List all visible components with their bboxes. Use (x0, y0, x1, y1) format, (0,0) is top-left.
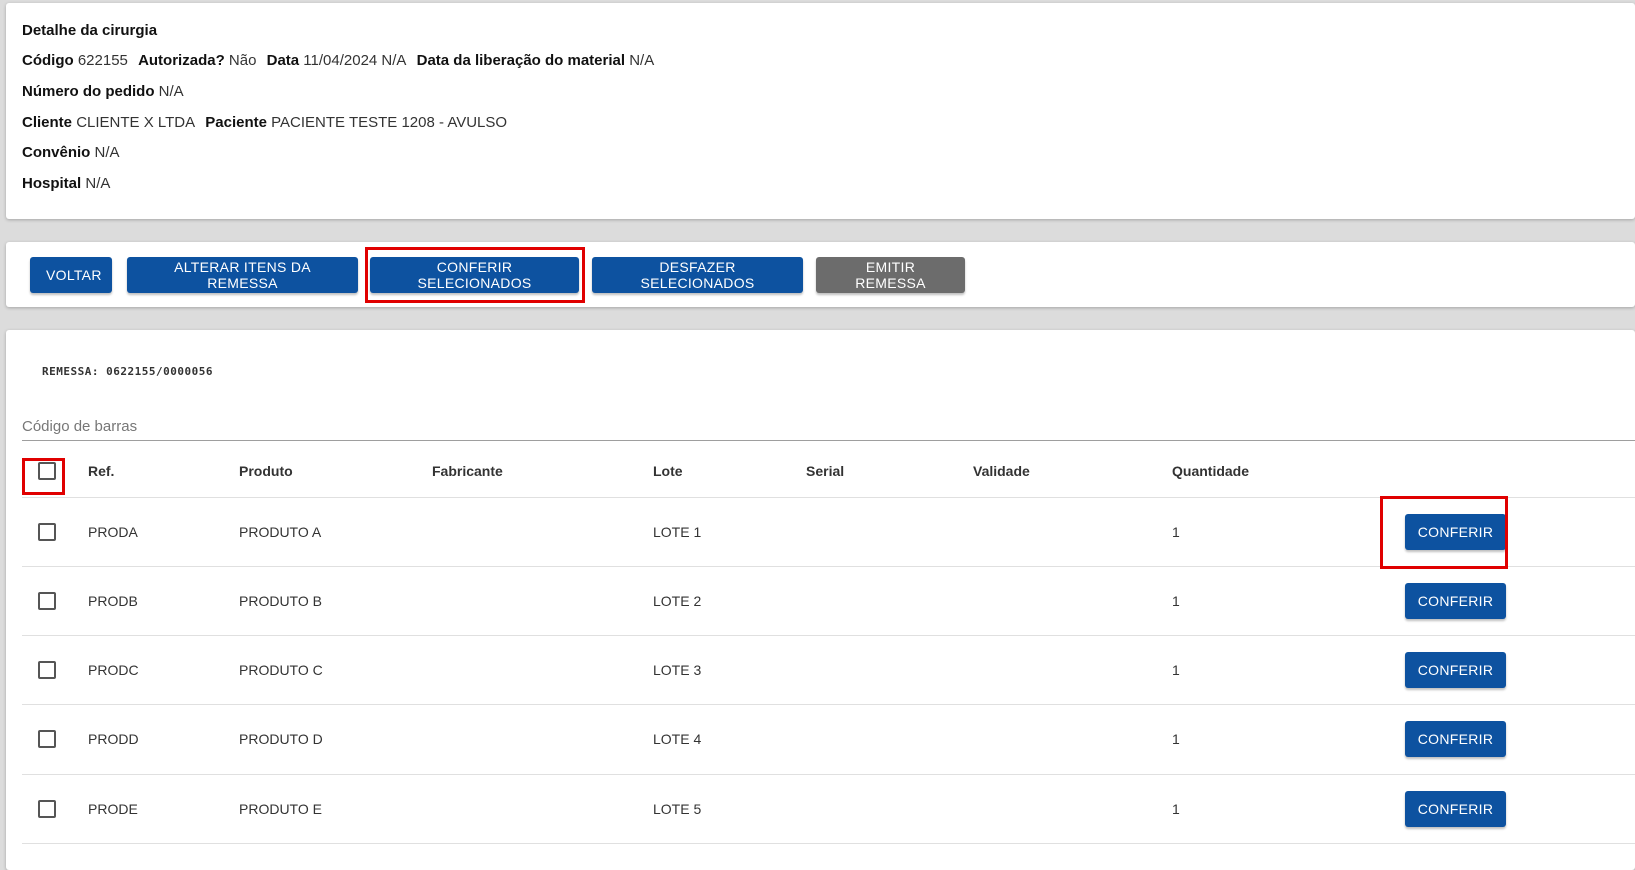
codigo-value: 622155 (77, 52, 128, 69)
convenio-value: N/A (94, 144, 120, 161)
column-header-serial: Serial (806, 463, 845, 479)
remessa-number-label: REMESSA: 0622155/0000056 (42, 365, 213, 378)
conferir-row-button[interactable]: CONFERIR (1405, 721, 1506, 757)
table-row: PRODD PRODUTO D LOTE 4 1 CONFERIR (22, 704, 1635, 775)
conferir-row-button[interactable]: CONFERIR (1405, 513, 1506, 550)
actions-toolbar: VOLTAR ALTERAR ITENS DA REMESSA CONFERIR… (6, 242, 1635, 307)
cell-ref: PRODE (88, 800, 138, 817)
cliente-value: CLIENTE X LTDA (76, 114, 196, 131)
cell-ref: PRODB (88, 592, 138, 609)
cell-lote: LOTE 3 (653, 661, 702, 678)
conferir-row-button[interactable]: CONFERIR (1405, 790, 1506, 827)
barcode-input[interactable] (22, 412, 1635, 441)
cell-lote: LOTE 1 (653, 523, 702, 540)
desfazer-selecionados-button[interactable]: DESFAZER SELECIONADOS (592, 257, 803, 293)
row-checkbox[interactable] (38, 799, 56, 818)
hospital-label: Hospital (22, 175, 82, 192)
emitir-remessa-button[interactable]: EMITIR REMESSA (816, 257, 965, 293)
table-row: PRODB PRODUTO B LOTE 2 1 CONFERIR (22, 566, 1635, 636)
remessa-card: REMESSA: 0622155/0000056 Ref. Produto Fa… (6, 330, 1635, 870)
column-header-ref: Ref. (88, 463, 115, 479)
cell-produto: PRODUTO B (239, 592, 322, 609)
cell-produto: PRODUTO A (239, 523, 322, 540)
paciente-value: PACIENTE TESTE 1208 - AVULSO (271, 114, 508, 131)
row-checkbox[interactable] (38, 591, 56, 610)
column-header-fabricante: Fabricante (432, 463, 503, 479)
conferir-selecionados-button[interactable]: CONFERIR SELECIONADOS (370, 257, 579, 293)
cell-produto: PRODUTO E (239, 800, 322, 817)
detail-line-cliente: Cliente CLIENTE X LTDA Paciente PACIENTE… (22, 113, 513, 133)
pedido-label: Número do pedido (22, 83, 155, 100)
cell-ref: PRODA (88, 523, 138, 540)
cell-quantidade: 1 (1172, 592, 1180, 609)
table-header-row: Ref. Produto Fabricante Lote Serial Vali… (22, 445, 1635, 498)
cell-quantidade: 1 (1172, 800, 1180, 817)
cell-quantidade: 1 (1172, 731, 1180, 747)
detail-line-convenio: Convênio N/A (22, 143, 126, 163)
hospital-value: N/A (85, 175, 111, 192)
convenio-label: Convênio (22, 144, 91, 161)
table-row: PRODC PRODUTO C LOTE 3 1 CONFERIR (22, 635, 1635, 705)
row-checkbox[interactable] (38, 660, 56, 679)
table-row: PRODE PRODUTO E LOTE 5 1 CONFERIR (22, 774, 1635, 844)
cliente-label: Cliente (22, 114, 73, 131)
cell-ref: PRODC (88, 661, 139, 678)
liberacao-value: N/A (629, 52, 655, 69)
codigo-label: Código (22, 52, 74, 69)
pedido-value: N/A (158, 83, 184, 100)
cell-lote: LOTE 4 (653, 731, 702, 747)
detail-line-hospital: Hospital N/A (22, 174, 116, 194)
cell-ref: PRODD (88, 731, 139, 747)
data-value: 11/04/2024 N/A (303, 52, 407, 69)
column-header-quantidade: Quantidade (1172, 463, 1250, 479)
detail-line-pedido: Número do pedido N/A (22, 82, 190, 102)
cell-lote: LOTE 2 (653, 592, 702, 609)
cell-produto: PRODUTO C (239, 661, 323, 678)
conferir-row-button[interactable]: CONFERIR (1405, 651, 1506, 688)
liberacao-label: Data da liberação do material (416, 52, 626, 69)
table-row: PRODA PRODUTO A LOTE 1 1 CONFERIR (22, 497, 1635, 567)
column-header-produto: Produto (239, 463, 293, 479)
voltar-button[interactable]: VOLTAR (30, 257, 112, 293)
column-header-lote: Lote (653, 463, 683, 479)
column-header-validade: Validade (973, 463, 1030, 479)
row-checkbox[interactable] (38, 730, 56, 748)
cell-lote: LOTE 5 (653, 800, 702, 817)
cell-quantidade: 1 (1172, 523, 1180, 540)
conferir-row-button[interactable]: CONFERIR (1405, 582, 1506, 619)
detail-title-line: Detalhe da cirurgia (22, 21, 157, 41)
cell-quantidade: 1 (1172, 661, 1180, 678)
autorizada-value: Não (228, 52, 257, 69)
paciente-label: Paciente (205, 114, 267, 131)
detail-line-codigo: Código 622155 Autorizada? Não Data 11/04… (22, 51, 660, 71)
surgery-detail-card: Detalhe da cirurgia Código 622155 Autori… (6, 3, 1635, 219)
autorizada-label: Autorizada? (138, 52, 225, 69)
select-all-checkbox[interactable] (38, 462, 56, 480)
row-checkbox[interactable] (38, 522, 56, 541)
data-label: Data (266, 52, 300, 69)
cell-produto: PRODUTO D (239, 731, 323, 747)
detail-title: Detalhe da cirurgia (22, 22, 158, 39)
alterar-itens-button[interactable]: ALTERAR ITENS DA REMESSA (127, 257, 358, 293)
